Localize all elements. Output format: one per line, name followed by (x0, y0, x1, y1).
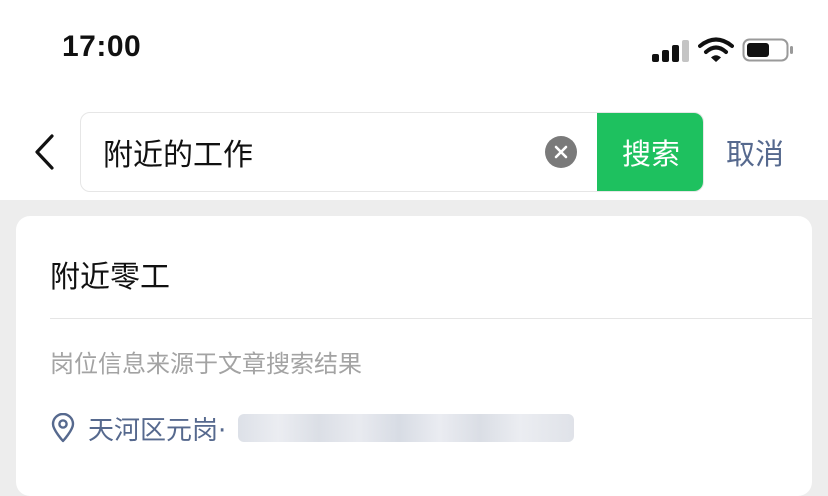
chevron-left-icon (35, 134, 54, 170)
battery-icon (742, 38, 793, 62)
location-pin-icon (51, 413, 75, 443)
status-time: 17:00 (62, 30, 142, 63)
card-title: 附近零工 (50, 260, 170, 295)
location-row: 天河区元岗· (50, 408, 575, 448)
source-note: 岗位信息来源于文章搜索结果 (50, 350, 362, 378)
divider (50, 318, 812, 319)
back-button[interactable] (26, 130, 62, 174)
search-input[interactable] (103, 113, 543, 191)
redacted-address (238, 414, 575, 442)
header-area: 17:00 搜索 取消 (0, 0, 828, 200)
search-button[interactable]: 搜索 (597, 113, 703, 191)
clear-circle-icon (554, 145, 568, 159)
location-text: 天河区元岗· (88, 415, 227, 446)
wifi-icon (698, 37, 734, 62)
cancel-button[interactable]: 取消 (726, 132, 784, 176)
search-box: 搜索 (80, 112, 704, 192)
result-card[interactable]: 附近零工 岗位信息来源于文章搜索结果 天河区元岗· (16, 216, 812, 496)
cellular-signal-icon (652, 40, 690, 62)
clear-search-button[interactable] (545, 136, 577, 168)
